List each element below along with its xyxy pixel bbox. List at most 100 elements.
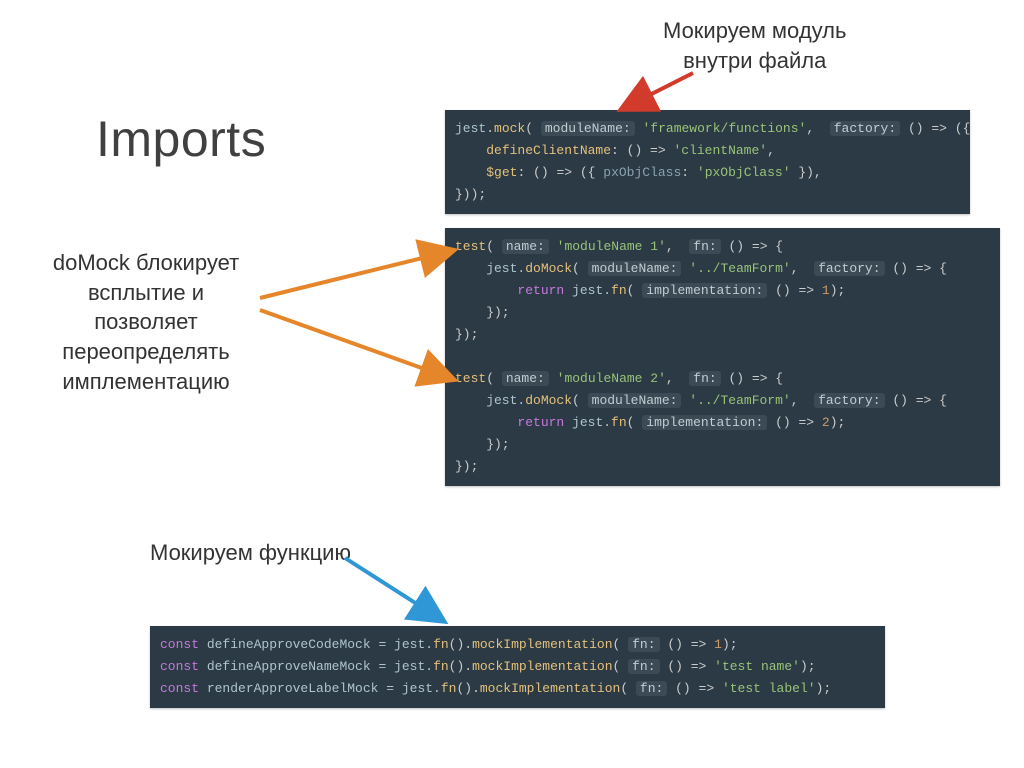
code-token: () => (767, 283, 822, 298)
code-token: '../TeamForm' (689, 261, 790, 276)
code-token: , (666, 239, 689, 254)
code-token (549, 371, 557, 386)
code-token: 'framework/functions' (643, 121, 807, 136)
code-token (635, 121, 643, 136)
code-token (455, 415, 517, 430)
code-token (455, 165, 486, 180)
inline-hint: factory: (830, 121, 900, 136)
code-token: })); (455, 187, 486, 202)
code-token: const (160, 681, 199, 696)
code-token: jest. (455, 393, 525, 408)
code-token: const (160, 659, 199, 674)
code-token: fn (433, 637, 449, 652)
code-token: jest. (564, 415, 611, 430)
code-token: }); (455, 437, 510, 452)
annotation-line: doMock блокирует (36, 248, 256, 278)
code-block-1: jest.mock( moduleName: 'framework/functi… (445, 110, 970, 214)
code-token: . (486, 121, 494, 136)
code-token: mockImplementation (472, 637, 612, 652)
inline-hint: moduleName: (541, 121, 635, 136)
code-token: , (791, 393, 814, 408)
code-token: , (767, 143, 775, 158)
code-token: ); (830, 415, 846, 430)
code-token: () => { (721, 371, 783, 386)
inline-hint: fn: (636, 681, 667, 696)
annotation-line: внутри файла (663, 46, 846, 76)
code-token: 'test name' (714, 659, 800, 674)
code-token: , (791, 261, 814, 276)
code-token: defineClientName (486, 143, 611, 158)
code-token: jest. (564, 283, 611, 298)
inline-hint: name: (502, 371, 549, 386)
code-token: doMock (525, 393, 572, 408)
inline-hint: name: (502, 239, 549, 254)
annotation-line: Мокируем модуль (663, 16, 846, 46)
annotation-mock-module: Мокируем модуль внутри файла (663, 16, 846, 75)
inline-hint: fn: (689, 371, 720, 386)
code-token: () => (660, 637, 715, 652)
code-token: test (455, 371, 486, 386)
code-token (549, 239, 557, 254)
code-block-2: test( name: 'moduleName 1', fn: () => { … (445, 228, 1000, 486)
code-token: ( (627, 283, 643, 298)
code-token: test (455, 239, 486, 254)
code-token: (). (456, 681, 479, 696)
code-token: : (681, 165, 697, 180)
code-token: () => ({ (900, 121, 970, 136)
code-token: $get (486, 165, 517, 180)
arrow-icon (620, 73, 693, 110)
code-token: ); (800, 659, 816, 674)
arrow-icon (345, 558, 445, 622)
inline-hint: fn: (689, 239, 720, 254)
code-token: () => (767, 415, 822, 430)
code-token (455, 349, 463, 364)
code-token: : () => (611, 143, 673, 158)
code-token: 1 (822, 283, 830, 298)
annotation-line: Мокируем функцию (150, 540, 351, 565)
arrow-icon (260, 250, 455, 298)
annotation-mock-fn: Мокируем функцию (150, 538, 351, 568)
inline-hint: moduleName: (588, 261, 682, 276)
code-token: ); (816, 681, 832, 696)
code-block-3: const defineApproveCodeMock = jest.fn().… (150, 626, 885, 708)
code-token: , (806, 121, 829, 136)
code-token: fn (611, 415, 627, 430)
code-token: 'clientName' (673, 143, 767, 158)
code-token: }); (455, 327, 478, 342)
code-token: fn (441, 681, 457, 696)
code-token: ( (486, 239, 502, 254)
inline-hint: implementation: (642, 415, 767, 430)
code-token: pxObjClass (603, 165, 681, 180)
annotation-line: переопределять (36, 337, 256, 367)
inline-hint: fn: (628, 637, 659, 652)
code-token: () => (667, 681, 722, 696)
code-token: '../TeamForm' (689, 393, 790, 408)
code-token: return (517, 283, 564, 298)
code-token: ); (722, 637, 738, 652)
code-token: return (517, 415, 564, 430)
code-token: 2 (822, 415, 830, 430)
code-token: () => { (885, 261, 947, 276)
code-token: defineApproveCodeMock = jest. (199, 637, 433, 652)
code-token: 1 (714, 637, 722, 652)
annotation-line: всплытие и позволяет (36, 278, 256, 337)
annotation-line: имплементацию (36, 367, 256, 397)
code-token: ( (572, 393, 588, 408)
code-token: 'moduleName 2' (557, 371, 666, 386)
code-token: doMock (525, 261, 572, 276)
code-token: ( (620, 681, 636, 696)
annotation-domock: doMock блокирует всплытие и позволяет пе… (36, 248, 256, 396)
code-token: mockImplementation (472, 659, 612, 674)
code-token: 'moduleName 1' (557, 239, 666, 254)
code-token: jest. (455, 261, 525, 276)
code-token: ( (613, 659, 629, 674)
code-token: fn (611, 283, 627, 298)
code-token: ( (525, 121, 541, 136)
code-token: (). (449, 637, 472, 652)
code-token: ( (572, 261, 588, 276)
code-token: : () => ({ (517, 165, 603, 180)
code-token: 'test label' (722, 681, 816, 696)
code-token (455, 283, 517, 298)
inline-hint: factory: (814, 393, 884, 408)
arrow-icon (260, 310, 455, 380)
